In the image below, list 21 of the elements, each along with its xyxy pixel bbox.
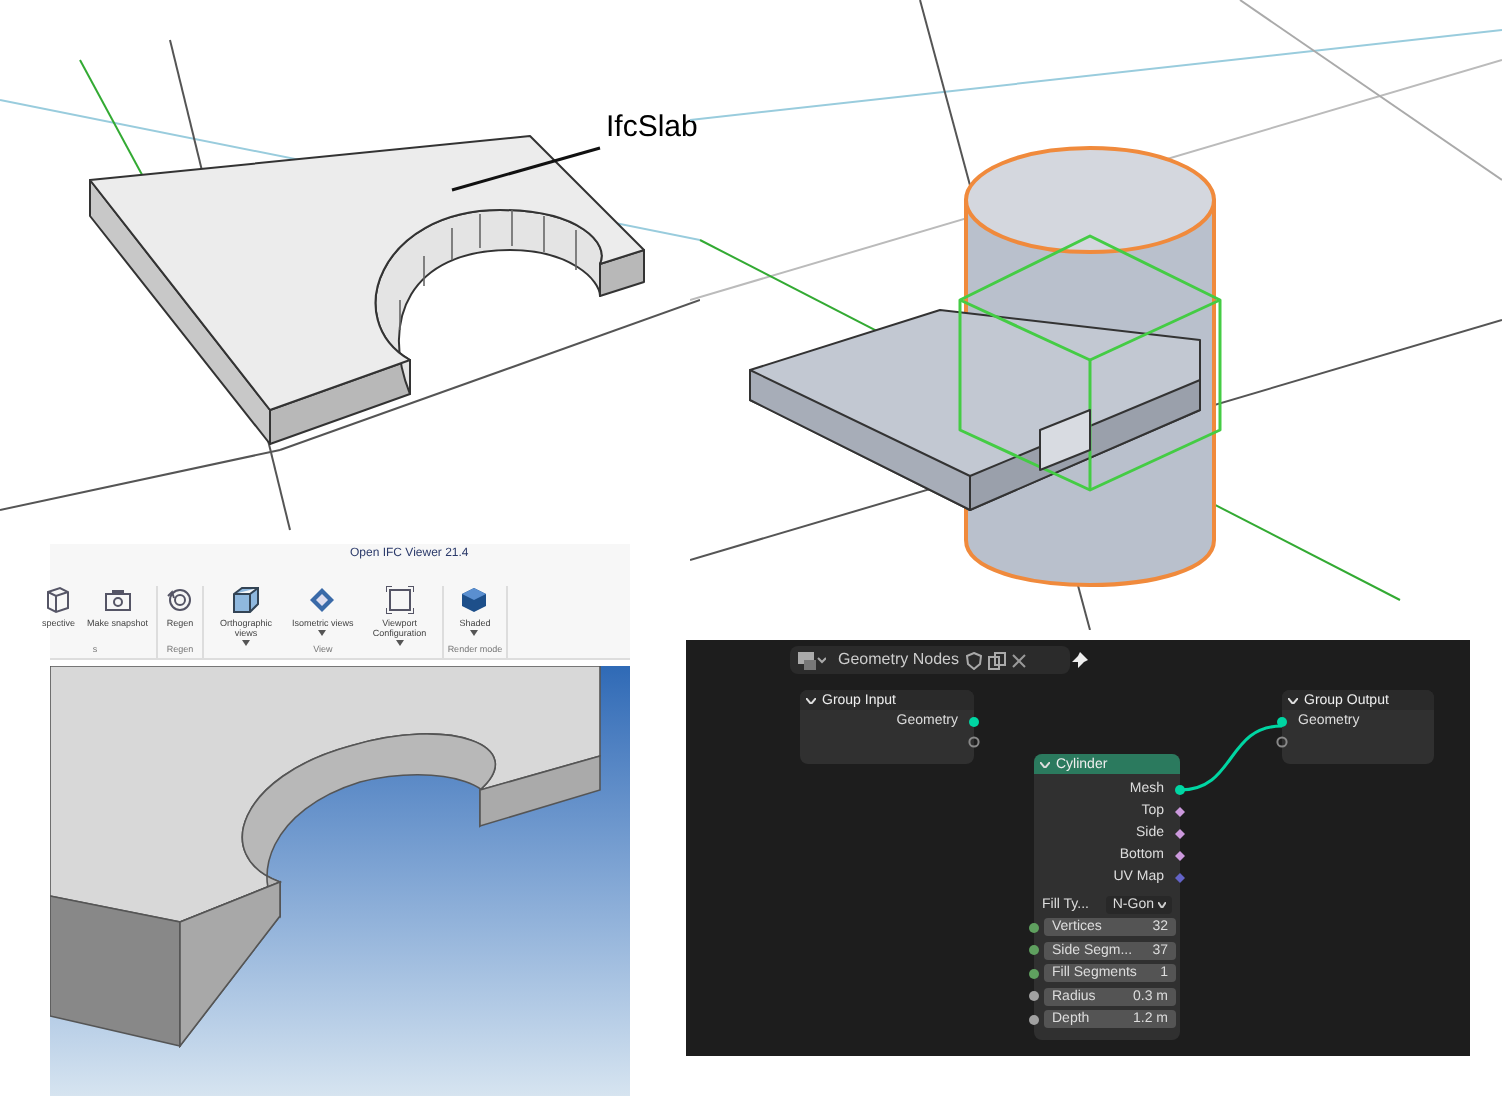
collapse-caret-icon	[1288, 697, 1298, 703]
box-icon	[232, 586, 261, 614]
empty-socket-icon	[1276, 736, 1288, 748]
slab-label: IfcSlab	[606, 112, 698, 142]
diamond-icon	[308, 586, 337, 614]
editor-type-icon	[798, 651, 826, 669]
link-wire	[1179, 724, 1283, 792]
copy-icon[interactable]	[988, 651, 1007, 669]
pin-icon[interactable]	[1070, 650, 1090, 670]
collapse-caret-icon	[1040, 761, 1050, 767]
refresh-icon	[166, 586, 195, 614]
shaded-cube-icon	[460, 586, 489, 614]
collapse-caret-icon	[806, 697, 816, 703]
camera-icon	[103, 586, 132, 614]
viewport-icon	[385, 586, 414, 614]
cube-icon	[44, 586, 73, 614]
node-tree-name[interactable]: Geometry Nodes	[838, 652, 959, 668]
empty-socket-icon	[968, 736, 980, 748]
shield-icon[interactable]	[966, 651, 983, 669]
dropdown-caret-icon	[1158, 901, 1166, 907]
close-icon[interactable]	[1012, 653, 1027, 667]
